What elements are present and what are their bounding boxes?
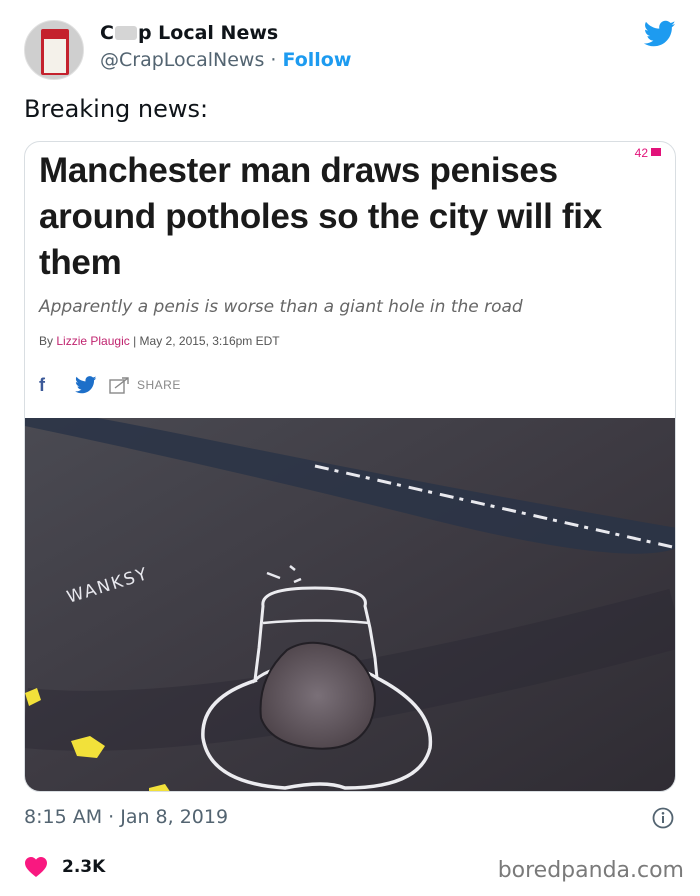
like-row[interactable]: 2.3K <box>24 856 105 878</box>
account-name[interactable]: Cp Local News <box>100 22 278 44</box>
account-name-end: p Local News <box>137 22 279 44</box>
byline-author: Lizzie Plaugic <box>56 334 130 348</box>
follow-button[interactable]: Follow <box>283 49 352 71</box>
share-row: f SHARE <box>39 375 181 395</box>
share-icon <box>109 377 129 394</box>
boredpanda-watermark: boredpanda.com <box>497 858 684 883</box>
comment-bubble-icon <box>651 148 661 156</box>
share-label: SHARE <box>137 378 181 392</box>
byline-date: May 2, 2015, 3:16pm EDT <box>139 334 280 348</box>
comment-count-value: 42 <box>634 146 648 160</box>
article-headline: Manchester man draws penises around poth… <box>39 151 602 282</box>
facebook-icon: f <box>39 374 45 395</box>
article-card[interactable]: Manchester man draws penises around poth… <box>24 141 676 792</box>
article-dek: Apparently a penis is worse than a giant… <box>39 297 523 317</box>
like-count: 2.3K <box>62 857 106 877</box>
article-photo: WANKSY <box>25 418 675 791</box>
tweet-timestamp[interactable]: 8:15 AM · Jan 8, 2019 <box>24 806 228 828</box>
byline-separator: | <box>133 334 137 348</box>
heart-icon[interactable] <box>24 856 48 878</box>
avatar[interactable] <box>24 20 84 80</box>
tweet-text: Breaking news: <box>24 95 209 123</box>
comment-count: 42 <box>635 146 661 160</box>
account-handle-row: @CrapLocalNews · Follow <box>100 49 351 71</box>
info-icon[interactable] <box>652 807 674 829</box>
name-censor-blur <box>114 26 137 40</box>
twitter-icon <box>75 376 97 394</box>
avatar-sign <box>44 39 66 73</box>
article-byline: By Lizzie Plaugic | May 2, 2015, 3:16pm … <box>39 334 280 348</box>
byline-prefix: By <box>39 334 54 348</box>
pothole-puddle <box>259 641 376 750</box>
twitter-bird-icon[interactable] <box>644 20 676 48</box>
account-name-start: C <box>100 22 114 44</box>
separator: · <box>270 49 277 71</box>
account-handle[interactable]: @CrapLocalNews <box>100 49 264 71</box>
